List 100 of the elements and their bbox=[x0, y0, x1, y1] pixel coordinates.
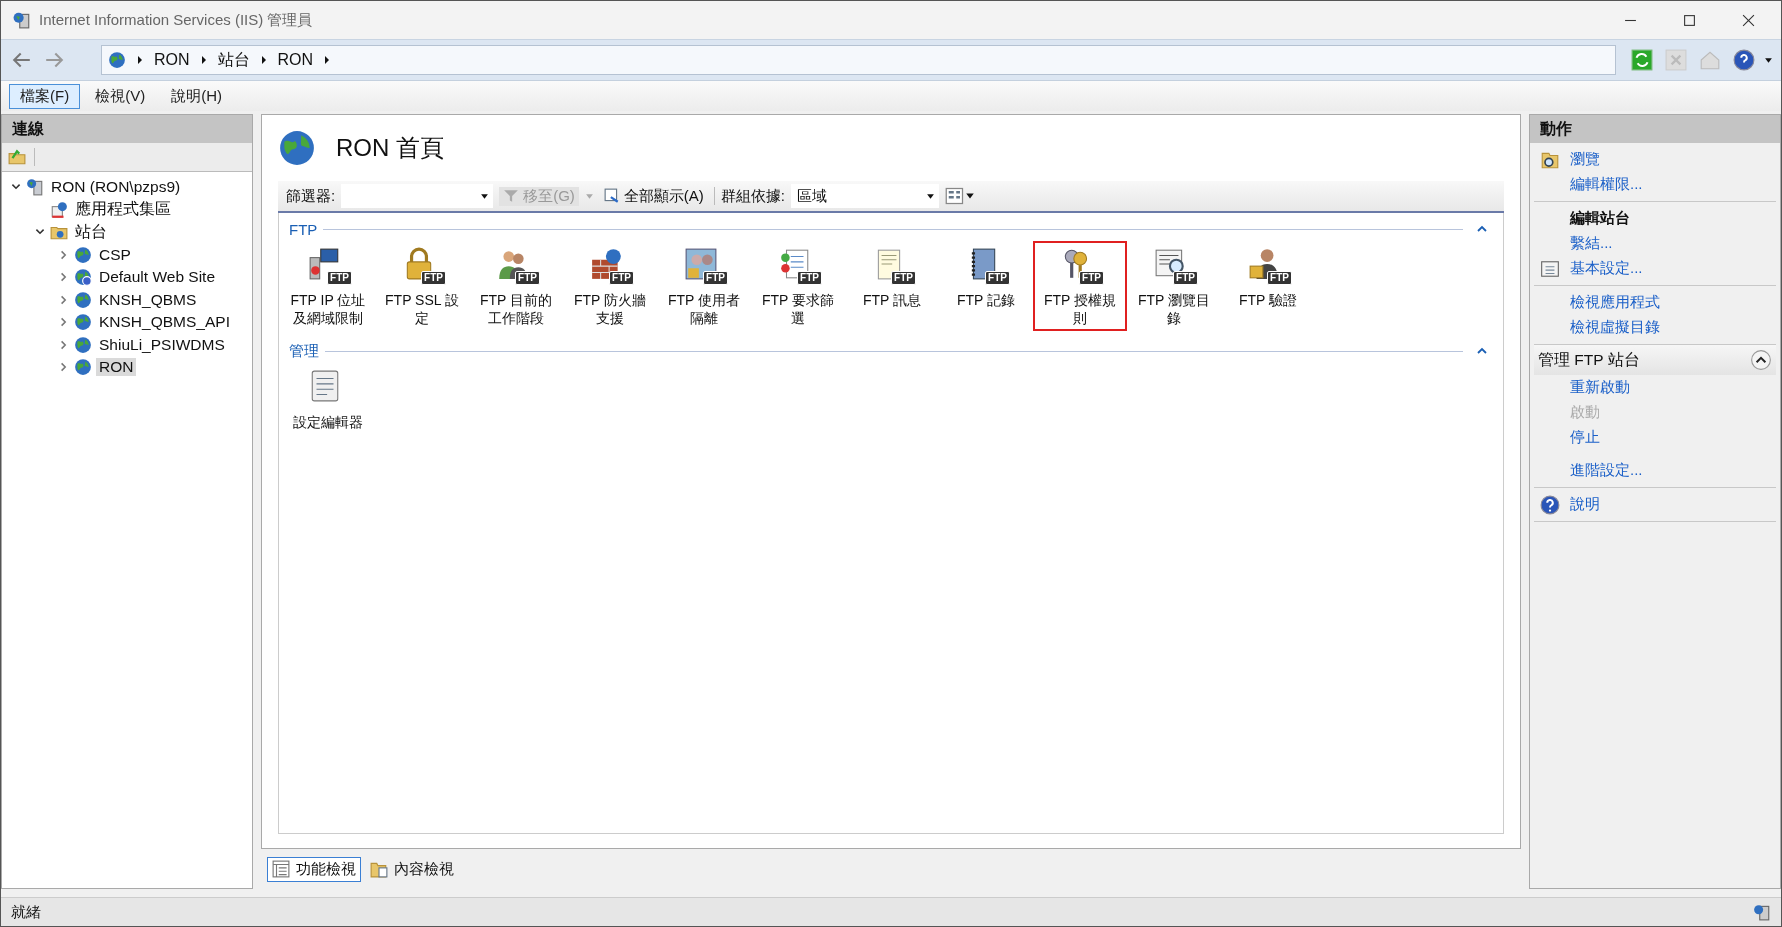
maximize-icon[interactable] bbox=[1683, 13, 1696, 27]
feature-label[interactable]: 設定編輯器 bbox=[285, 413, 371, 431]
breadcrumb-item[interactable]: RON bbox=[154, 51, 190, 69]
app-icon bbox=[13, 11, 31, 29]
app-pool-icon bbox=[50, 200, 68, 219]
feature-item[interactable]: FTP FTP 記錄 bbox=[939, 241, 1033, 331]
feature-item[interactable]: FTP FTP 授權規則 bbox=[1033, 241, 1127, 331]
dropdown-caret-icon bbox=[926, 191, 935, 201]
folder-arrow-icon[interactable] bbox=[8, 148, 26, 166]
feature-item[interactable]: FTP FTP IP 位址及網域限制 bbox=[281, 241, 375, 331]
globe-icon bbox=[74, 245, 92, 264]
status-text: 就緒 bbox=[11, 902, 41, 922]
feature-item[interactable]: FTP FTP 瀏覽目錄 bbox=[1127, 241, 1221, 331]
globe-question-icon bbox=[74, 268, 92, 287]
window-icon bbox=[1540, 258, 1560, 279]
help-icon[interactable] bbox=[1733, 49, 1755, 71]
ftp-badge: FTP bbox=[1079, 271, 1104, 285]
feature-item[interactable]: FTP FTP 要求篩選 bbox=[751, 241, 845, 331]
show-all-button[interactable]: 全部顯示(A) bbox=[599, 186, 708, 206]
breadcrumb-arrow-icon[interactable] bbox=[259, 55, 268, 65]
feature-label[interactable]: FTP 要求篩選 bbox=[755, 291, 841, 327]
ftp-badge: FTP bbox=[1267, 271, 1292, 285]
breadcrumb-arrow-icon[interactable] bbox=[136, 55, 144, 65]
dropdown-caret-icon[interactable] bbox=[1764, 55, 1773, 65]
filter-label: 篩選器: bbox=[286, 186, 336, 206]
actions-group-header[interactable]: 管理 FTP 站台 bbox=[1534, 345, 1776, 375]
view-tab[interactable]: 內容檢視 bbox=[365, 856, 459, 882]
action-link[interactable]: 繫結... bbox=[1570, 234, 1613, 253]
tree-item[interactable]: KNSH_QBMS bbox=[96, 290, 200, 309]
globe-icon bbox=[108, 51, 126, 69]
feature-label[interactable]: FTP 授權規則 bbox=[1037, 291, 1123, 327]
ftp-badge: FTP bbox=[891, 271, 916, 285]
tree-item[interactable]: 站台 bbox=[72, 221, 110, 243]
help-icon bbox=[1540, 494, 1560, 515]
view-mode-icon[interactable] bbox=[945, 187, 975, 205]
breadcrumb-arrow-icon[interactable] bbox=[323, 55, 332, 65]
address-field[interactable]: RON 站台 RON bbox=[101, 45, 1616, 75]
collapse-caret-icon[interactable] bbox=[1477, 347, 1487, 355]
feature-item[interactable]: FTP FTP 使用者隔離 bbox=[657, 241, 751, 331]
menu-item[interactable]: 檔案(F) bbox=[9, 83, 81, 109]
action-link[interactable]: 停止 bbox=[1570, 428, 1600, 447]
globe-icon bbox=[74, 335, 92, 354]
feature-label[interactable]: FTP SSL 設定 bbox=[379, 291, 465, 327]
globe-icon bbox=[74, 290, 92, 309]
view-tab[interactable]: 功能檢視 bbox=[267, 856, 361, 882]
action-link[interactable]: 基本設定... bbox=[1570, 259, 1643, 278]
tree-item[interactable]: KNSH_QBMS_API bbox=[96, 313, 233, 332]
action-link[interactable]: 重新啟動 bbox=[1570, 378, 1630, 397]
feature-label[interactable]: FTP IP 位址及網域限制 bbox=[285, 291, 371, 327]
action-link[interactable]: 編輯權限... bbox=[1570, 175, 1643, 194]
collapse-button-icon[interactable] bbox=[1750, 349, 1772, 371]
tree-item[interactable]: Default Web Site bbox=[96, 268, 219, 287]
tree-item[interactable]: 應用程式集區 bbox=[72, 199, 174, 221]
filter-field[interactable] bbox=[341, 184, 494, 208]
page-title: RON 首頁 bbox=[336, 133, 444, 163]
ftp-badge: FTP bbox=[327, 271, 352, 285]
server-icon bbox=[1753, 903, 1771, 921]
feature-item[interactable]: 設定編輯器 bbox=[281, 363, 375, 435]
feature-label[interactable]: FTP 訊息 bbox=[849, 291, 935, 309]
feature-item[interactable]: FTP FTP 驗證 bbox=[1221, 241, 1315, 331]
feature-label[interactable]: FTP 防火牆支援 bbox=[567, 291, 653, 327]
tree-item[interactable]: CSP bbox=[96, 245, 134, 264]
feature-label[interactable]: FTP 瀏覽目錄 bbox=[1131, 291, 1217, 327]
menu-item[interactable]: 檢視(V) bbox=[84, 83, 157, 109]
breadcrumb-item[interactable]: RON bbox=[277, 51, 314, 69]
group-by-dropdown[interactable]: 區域 bbox=[791, 184, 939, 208]
group-by-label: 群組依據: bbox=[720, 186, 785, 206]
server-globe-icon bbox=[26, 178, 44, 197]
feature-label[interactable]: FTP 記錄 bbox=[943, 291, 1029, 309]
feature-item[interactable]: FTP FTP 防火牆支援 bbox=[563, 241, 657, 331]
feature-label[interactable]: FTP 驗證 bbox=[1225, 291, 1311, 309]
panel-header: 連線 bbox=[2, 115, 252, 143]
globe-icon bbox=[278, 129, 316, 167]
breadcrumb-item[interactable]: 站台 bbox=[217, 49, 250, 71]
tree-item[interactable]: ShiuLi_PSIWDMS bbox=[96, 335, 228, 354]
feature-item[interactable]: FTP FTP 目前的工作階段 bbox=[469, 241, 563, 331]
feature-label[interactable]: FTP 目前的工作階段 bbox=[473, 291, 559, 327]
menu-item[interactable]: 說明(H) bbox=[160, 83, 233, 109]
breadcrumb-arrow-icon[interactable] bbox=[199, 55, 208, 65]
actions-heading: 編輯站台 bbox=[1570, 209, 1630, 228]
feature-item[interactable]: FTP FTP 訊息 bbox=[845, 241, 939, 331]
action-link[interactable]: 瀏覽 bbox=[1570, 150, 1600, 169]
close-icon[interactable] bbox=[1742, 13, 1755, 27]
ftp-badge: FTP bbox=[421, 271, 446, 285]
refresh-icon[interactable] bbox=[1631, 49, 1653, 71]
tree-item[interactable]: RON bbox=[96, 358, 137, 377]
action-link[interactable]: 進階設定... bbox=[1570, 461, 1643, 480]
action-link[interactable]: 說明 bbox=[1570, 495, 1600, 514]
ftp-badge: FTP bbox=[515, 271, 540, 285]
feature-label[interactable]: FTP 使用者隔離 bbox=[661, 291, 747, 327]
dropdown-caret-icon[interactable] bbox=[480, 191, 490, 201]
action-link[interactable]: 檢視應用程式 bbox=[1570, 293, 1660, 312]
feature-item[interactable]: FTP FTP SSL 設定 bbox=[375, 241, 469, 331]
globe-icon bbox=[74, 313, 92, 332]
tree-item[interactable]: RON (RON\pzps9) bbox=[48, 178, 184, 197]
globe-icon bbox=[74, 358, 92, 377]
collapse-caret-icon[interactable] bbox=[1477, 225, 1487, 233]
panel-header: 動作 bbox=[1530, 115, 1780, 143]
ftp-badge: FTP bbox=[797, 271, 822, 285]
action-link[interactable]: 檢視虛擬目錄 bbox=[1570, 318, 1660, 337]
